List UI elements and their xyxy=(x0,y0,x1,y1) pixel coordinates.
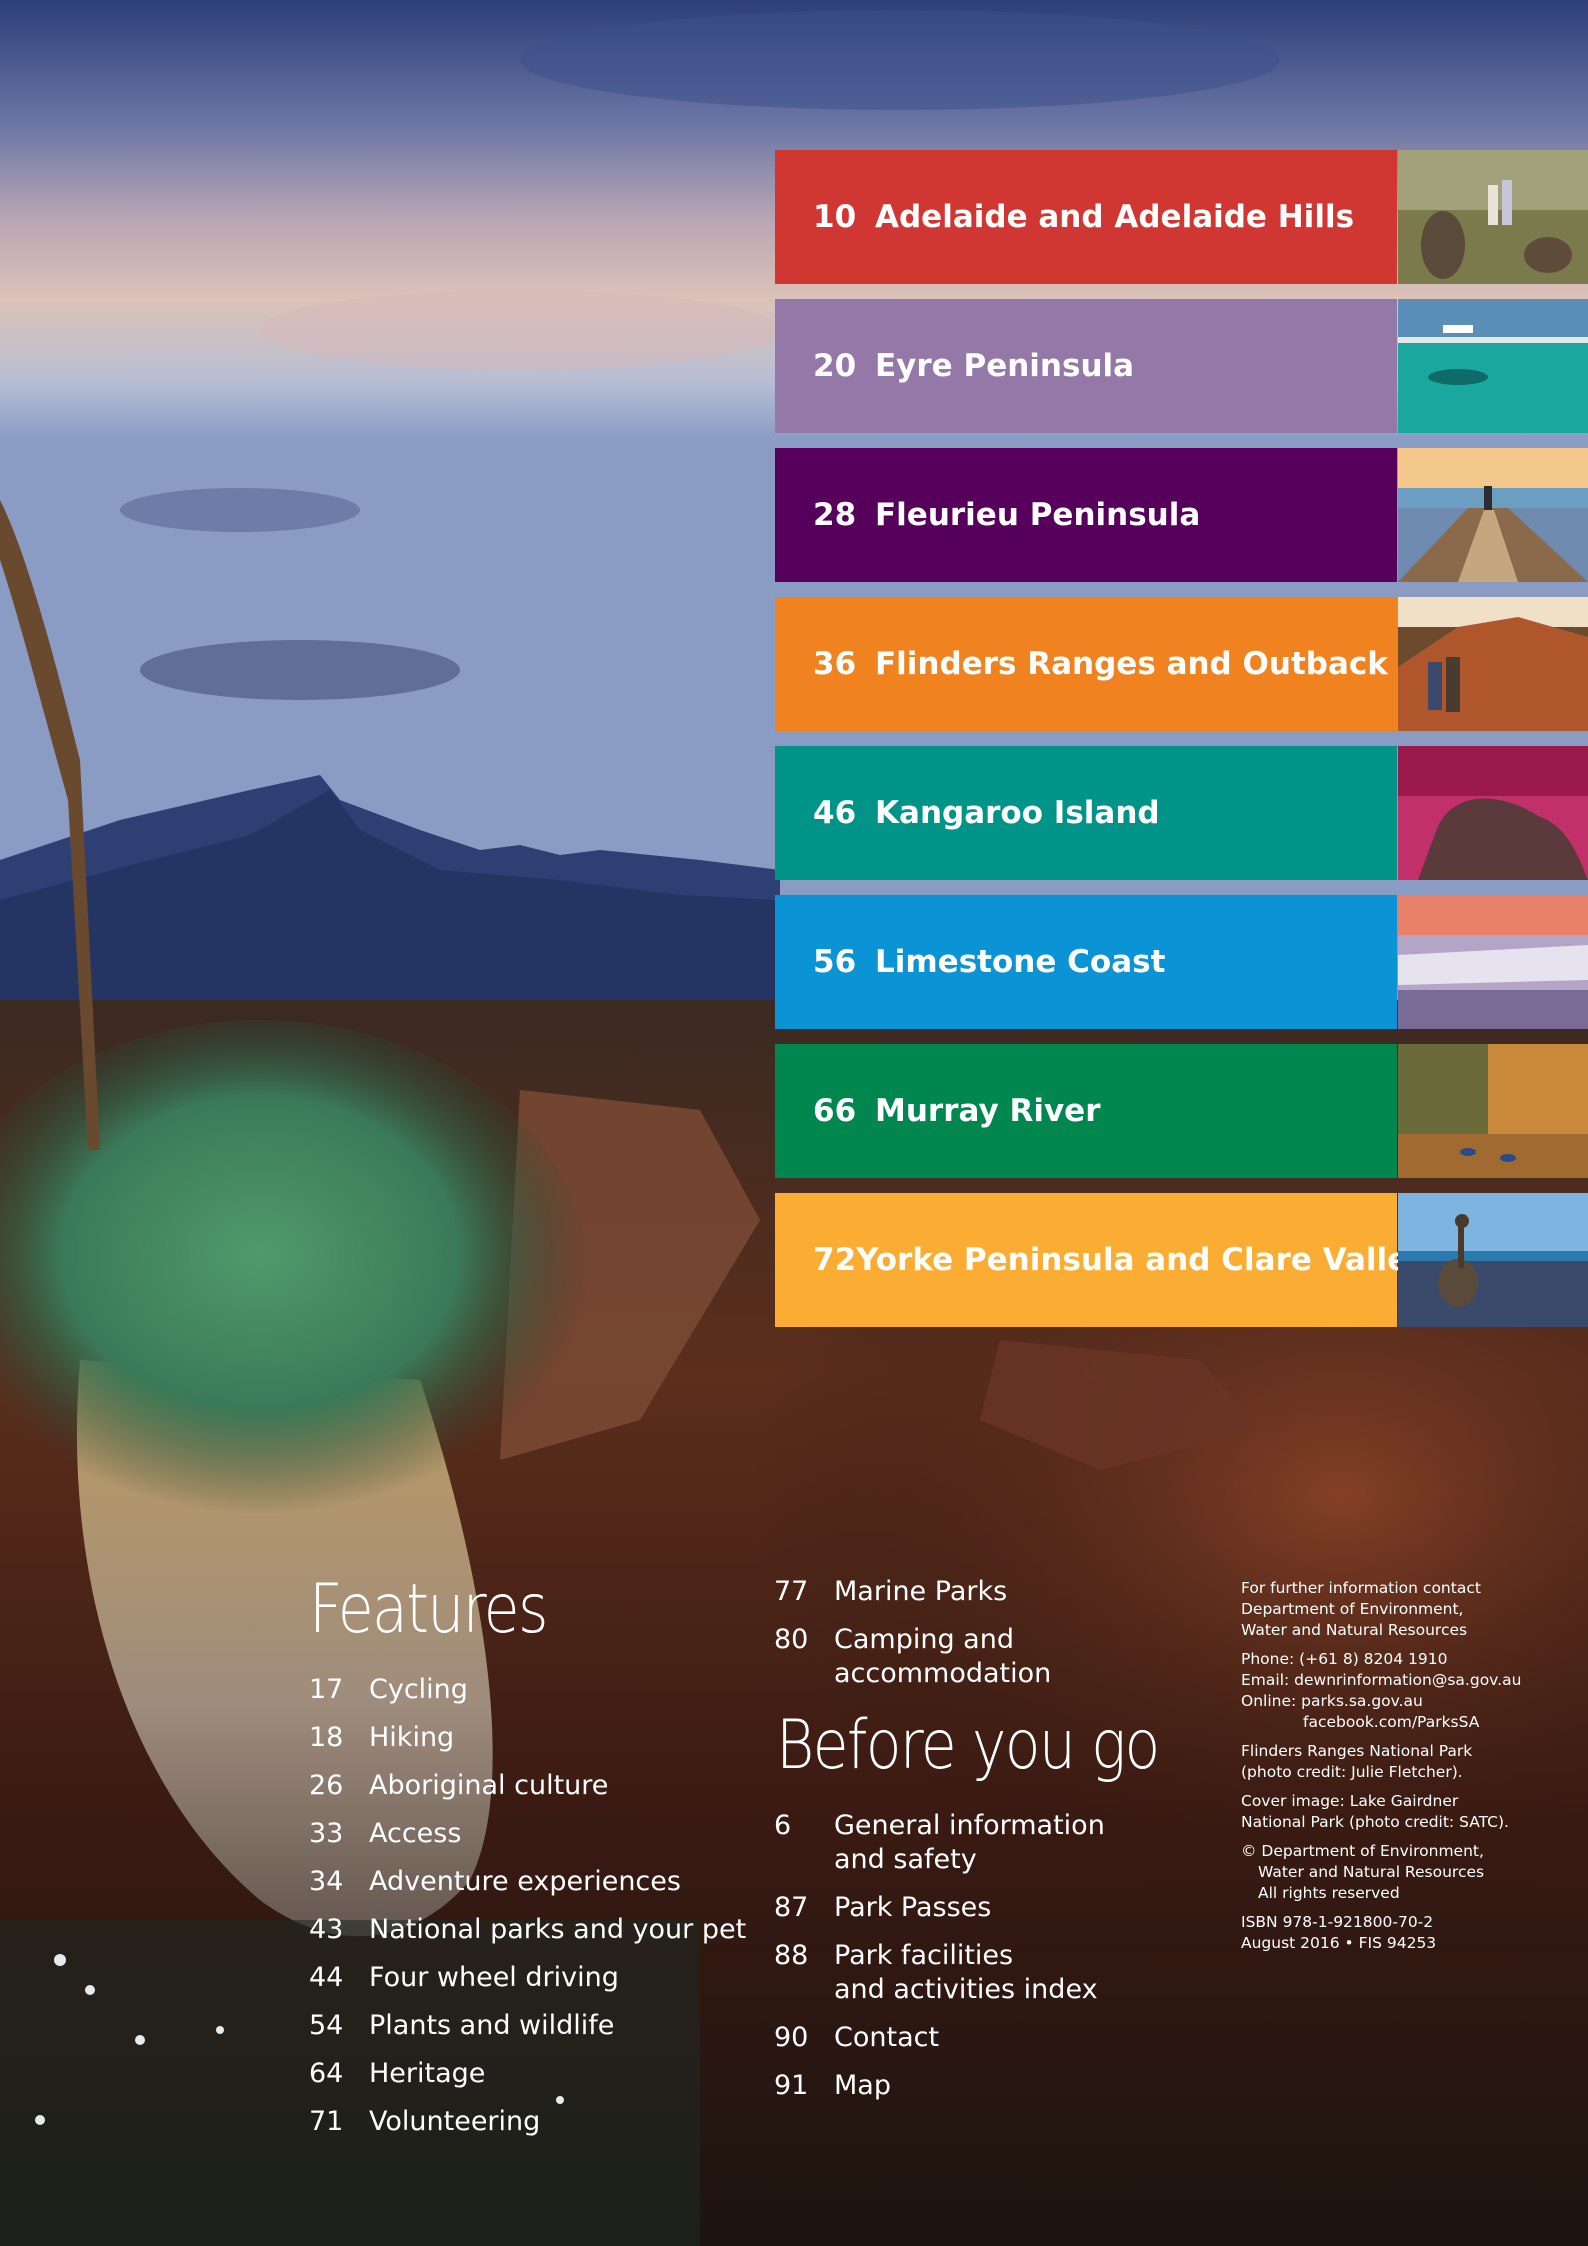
region-title: Flinders Ranges and Outback xyxy=(875,646,1388,682)
jetty-icon xyxy=(1398,448,1588,582)
list-item[interactable]: 88 Park facilities and activities index xyxy=(774,1939,1105,2007)
features-continued-list: 77 Marine Parks 80 Camping and accommodatio… xyxy=(774,1575,1051,1705)
region-page-number: 28 xyxy=(813,497,857,533)
emu-icon xyxy=(1398,1193,1588,1327)
ranges-icon xyxy=(1398,597,1588,731)
list-item[interactable]: 33 Access xyxy=(309,1817,746,1851)
region-page-number: 56 xyxy=(813,944,857,980)
region-tab-murray-river[interactable]: 66 Murray River xyxy=(775,1044,1588,1178)
region-band: 56 Limestone Coast xyxy=(775,895,1397,1029)
email-link[interactable]: Email: dewnrinformation@sa.gov.au xyxy=(1241,1671,1521,1689)
region-tab-eyre[interactable]: 20 Eyre Peninsula xyxy=(775,299,1588,433)
region-title: Fleurieu Peninsula xyxy=(875,497,1201,533)
region-tab-kangaroo-island[interactable]: 46 Kangaroo Island xyxy=(775,746,1588,880)
region-tab-yorke-clare[interactable]: 72 Yorke Peninsula and Clare Valley xyxy=(775,1193,1588,1327)
copyright: © Department of Environment, Water and N… xyxy=(1241,1842,1485,1902)
features-heading: Features xyxy=(309,1570,548,1649)
coast-icon xyxy=(1398,895,1588,1029)
region-tab-adelaide[interactable]: 10 Adelaide and Adelaide Hills xyxy=(775,150,1588,284)
before-you-go-list: 6 General information and safety 87 Park Pa… xyxy=(774,1809,1105,2117)
list-item[interactable]: 54 Plants and wildlife xyxy=(309,2009,746,2043)
region-title: Limestone Coast xyxy=(875,944,1166,980)
photo-credit: Flinders Ranges National Park (photo cre… xyxy=(1241,1742,1473,1781)
region-band: 20 Eyre Peninsula xyxy=(775,299,1397,433)
list-item[interactable]: 26 Aboriginal culture xyxy=(309,1769,746,1803)
list-item[interactable]: 6 General information and safety xyxy=(774,1809,1105,1877)
facebook-link[interactable]: facebook.com/ParksSA xyxy=(1241,1713,1479,1731)
features-list: 17 Cycling 18 Hiking 26 Aboriginal culture … xyxy=(309,1673,746,2153)
list-item[interactable]: 77 Marine Parks xyxy=(774,1575,1051,1609)
ocean-icon xyxy=(1398,299,1588,433)
contact-details: Phone: (+61 8) 8204 1910 Email: dewnrinf… xyxy=(1241,1649,1571,1733)
phone-number: Phone: (+61 8) 8204 1910 xyxy=(1241,1650,1448,1668)
rocks-icon xyxy=(1398,746,1588,880)
region-band: 46 Kangaroo Island xyxy=(775,746,1397,880)
list-item[interactable]: 17 Cycling xyxy=(309,1673,746,1707)
region-title: Eyre Peninsula xyxy=(875,348,1135,384)
cover-credit: Cover image: Lake Gairdner National Park… xyxy=(1241,1792,1509,1831)
list-item[interactable]: 18 Hiking xyxy=(309,1721,746,1755)
list-item[interactable]: 90 Contact xyxy=(774,2021,1105,2055)
region-title: Kangaroo Island xyxy=(875,795,1160,831)
region-title: Yorke Peninsula and Clare Valley xyxy=(856,1242,1429,1278)
contact-text: For further information contact Departme… xyxy=(1241,1579,1481,1639)
list-item[interactable]: 64 Heritage xyxy=(309,2057,746,2091)
list-item[interactable]: 34 Adventure experiences xyxy=(309,1865,746,1899)
region-tab-fleurieu[interactable]: 28 Fleurieu Peninsula xyxy=(775,448,1588,582)
river-icon xyxy=(1398,1044,1588,1178)
region-page-number: 66 xyxy=(813,1093,857,1129)
list-item[interactable]: 71 Volunteering xyxy=(309,2105,746,2139)
region-page-number: 20 xyxy=(813,348,857,384)
kangaroos-icon xyxy=(1398,150,1588,284)
list-item[interactable]: 80 Camping and accommodation xyxy=(774,1623,1051,1691)
region-band: 10 Adelaide and Adelaide Hills xyxy=(775,150,1397,284)
region-tab-flinders[interactable]: 36 Flinders Ranges and Outback xyxy=(775,597,1588,731)
region-page-number: 46 xyxy=(813,795,857,831)
region-page-number: 72 xyxy=(813,1242,857,1278)
list-item[interactable]: 44 Four wheel driving xyxy=(309,1961,746,1995)
region-page-number: 36 xyxy=(813,646,857,682)
list-item[interactable]: 43 National parks and your pet xyxy=(309,1913,746,1947)
list-item[interactable]: 91 Map xyxy=(774,2069,1105,2103)
region-band: 66 Murray River xyxy=(775,1044,1397,1178)
region-band: 72 Yorke Peninsula and Clare Valley xyxy=(775,1193,1428,1327)
region-band: 36 Flinders Ranges and Outback xyxy=(775,597,1397,731)
publication-info: ISBN 978-1-921800-70-2 August 2016 • FIS… xyxy=(1241,1913,1437,1952)
website-link[interactable]: Online: parks.sa.gov.au xyxy=(1241,1692,1423,1710)
region-band: 28 Fleurieu Peninsula xyxy=(775,448,1397,582)
region-page-number: 10 xyxy=(813,199,857,235)
region-title: Murray River xyxy=(875,1093,1101,1129)
contact-info-block: For further information contact Departme… xyxy=(1241,1578,1571,1962)
before-you-go-heading: Before you go xyxy=(776,1706,1160,1785)
region-title: Adelaide and Adelaide Hills xyxy=(875,199,1355,235)
list-item[interactable]: 87 Park Passes xyxy=(774,1891,1105,1925)
region-tab-limestone-coast[interactable]: 56 Limestone Coast xyxy=(775,895,1588,1029)
